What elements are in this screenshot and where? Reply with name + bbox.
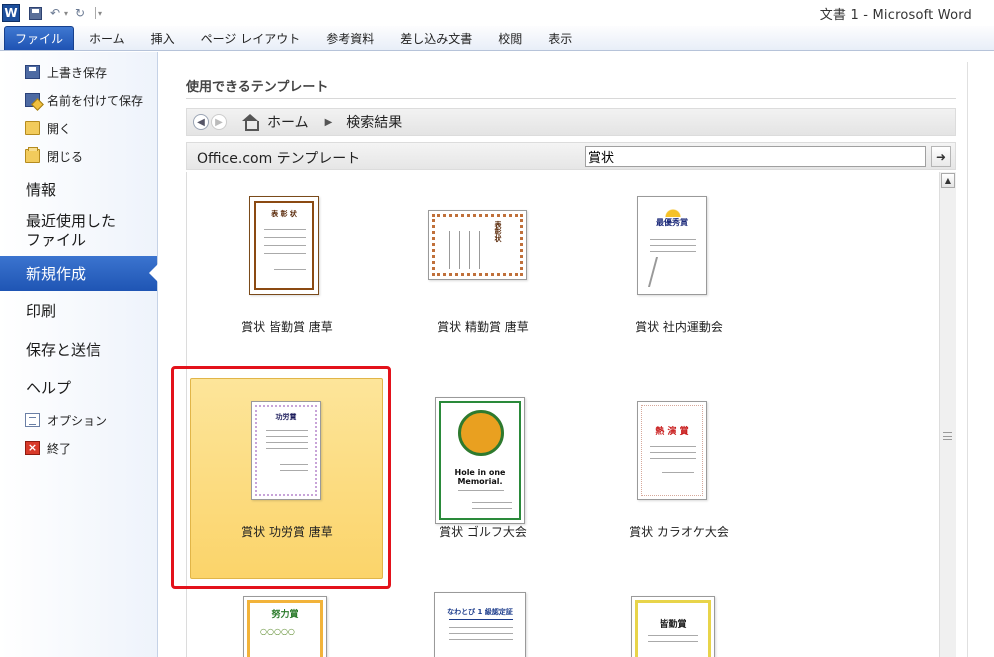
template-label: 賞状 精勤賞 唐草 xyxy=(437,320,529,334)
nav-info[interactable]: 情報 xyxy=(0,170,157,208)
nav-open-label: 開く xyxy=(47,121,72,136)
nav-open[interactable]: 開く xyxy=(0,114,157,142)
home-icon[interactable] xyxy=(241,114,259,131)
title-bar: W ↶ ▾ ↻ ▾ 文書 1 - Microsoft Word xyxy=(0,0,994,26)
nav-new[interactable]: 新規作成 xyxy=(0,256,158,291)
breadcrumb: ◀ ▶ ホーム ▶ 検索結果 xyxy=(186,108,956,136)
template-thumbnail: 最優秀賞 xyxy=(637,196,707,295)
template-source-label: Office.com テンプレート xyxy=(197,151,361,167)
template-label: 賞状 社内運動会 xyxy=(635,320,723,334)
tab-insert[interactable]: 挿入 xyxy=(138,26,188,50)
template-tile[interactable]: Hole in one Memorial. 賞状 ゴルフ大会 xyxy=(383,377,583,582)
save-as-icon xyxy=(25,93,40,107)
template-label: 賞状 ゴルフ大会 xyxy=(439,525,527,539)
template-thumbnail: なわとび 1 級認定証 xyxy=(434,592,526,657)
breadcrumb-arrow-icon: ▶ xyxy=(324,116,333,128)
nav-close-label: 閉じる xyxy=(47,149,84,164)
template-thumbnail: 表 彰 状 xyxy=(249,196,319,295)
save-icon[interactable] xyxy=(26,4,44,22)
template-tile[interactable]: 表 彰 状 賞状 皆勤賞 唐草 xyxy=(187,172,387,352)
nav-recent-line2: ファイル xyxy=(26,231,87,249)
options-icon xyxy=(25,413,40,427)
nav-save-send[interactable]: 保存と送信 xyxy=(0,330,157,368)
gallery-scrollbar[interactable]: ▲ xyxy=(939,172,956,657)
nav-close[interactable]: 閉じる xyxy=(0,142,157,170)
template-tile[interactable]: 努力賞 ○○○○○ xyxy=(187,596,387,657)
main-content: 使用できるテンプレート ◀ ▶ ホーム ▶ 検索結果 Office.com テン… xyxy=(159,52,994,657)
template-tile[interactable]: 表彰状 賞状 精勤賞 唐草 xyxy=(383,172,583,352)
word-app-icon[interactable]: W xyxy=(2,4,20,22)
selection-highlight-frame xyxy=(171,366,391,589)
exit-icon: × xyxy=(25,441,40,455)
save-icon xyxy=(25,65,40,79)
window-title: 文書 1 - Microsoft Word xyxy=(819,8,972,23)
ribbon-tabs: ファイル ホーム 挿入 ページ レイアウト 参考資料 差し込み文書 校閲 表示 xyxy=(0,26,994,51)
quick-access-toolbar: W ↶ ▾ ↻ ▾ xyxy=(0,0,105,26)
section-divider xyxy=(186,98,956,99)
nav-help[interactable]: ヘルプ xyxy=(0,368,157,406)
breadcrumb-current: 検索結果 xyxy=(346,115,403,131)
template-thumbnail: 努力賞 ○○○○○ xyxy=(243,596,327,657)
nav-save-as-label: 名前を付けて保存 xyxy=(47,93,144,108)
backstage-nav: 上書き保存 名前を付けて保存 開く 閉じる 情報 最近使用した ファイル 新規作… xyxy=(0,52,158,657)
template-tile[interactable]: 最優秀賞 賞状 社内運動会 xyxy=(579,172,779,352)
nav-recent-line1: 最近使用した xyxy=(26,212,117,230)
forward-button[interactable]: ▶ xyxy=(211,114,227,130)
nav-print[interactable]: 印刷 xyxy=(0,291,157,330)
customize-qat-icon[interactable]: ▾ xyxy=(98,9,102,18)
breadcrumb-home[interactable]: ホーム xyxy=(267,112,309,132)
template-thumbnail: Hole in one Memorial. xyxy=(435,397,525,524)
template-label: 賞状 カラオケ大会 xyxy=(629,525,729,539)
redo-icon[interactable]: ↻ xyxy=(71,4,89,22)
template-thumbnail: 表彰状 xyxy=(428,210,527,280)
nav-save-as[interactable]: 名前を付けて保存 xyxy=(0,86,157,114)
nav-options[interactable]: オプション xyxy=(0,406,157,434)
template-search-input[interactable] xyxy=(585,146,926,167)
tab-file[interactable]: ファイル xyxy=(4,26,75,50)
template-search-bar: Office.com テンプレート ➜ xyxy=(186,142,956,170)
template-tile[interactable]: 熱 演 賞 賞状 カラオケ大会 xyxy=(579,377,779,582)
undo-icon[interactable]: ↶ xyxy=(46,4,64,22)
tab-view[interactable]: 表示 xyxy=(535,26,585,50)
undo-dropdown-icon[interactable]: ▾ xyxy=(64,9,68,18)
template-label: 賞状 皆勤賞 唐草 xyxy=(241,320,333,334)
open-folder-icon xyxy=(25,121,40,135)
nav-exit[interactable]: × 終了 xyxy=(0,434,157,462)
template-thumbnail: 熱 演 賞 xyxy=(637,401,707,500)
scroll-up-icon[interactable]: ▲ xyxy=(941,173,955,188)
close-folder-icon xyxy=(25,147,40,163)
pane-divider xyxy=(967,62,968,657)
qat-separator xyxy=(95,7,97,19)
scroll-grip-icon[interactable] xyxy=(943,432,952,440)
tab-mailings[interactable]: 差し込み文書 xyxy=(387,26,485,50)
template-tile[interactable]: 皆勤賞 xyxy=(579,596,779,657)
nav-save[interactable]: 上書き保存 xyxy=(0,58,157,86)
search-go-button[interactable]: ➜ xyxy=(931,146,951,167)
tab-home[interactable]: ホーム xyxy=(76,26,138,50)
nav-save-label: 上書き保存 xyxy=(47,65,108,80)
section-title: 使用できるテンプレート xyxy=(186,80,329,95)
template-thumbnail: 皆勤賞 xyxy=(631,596,715,657)
nav-options-label: オプション xyxy=(47,413,108,428)
back-button[interactable]: ◀ xyxy=(193,114,209,130)
nav-recent[interactable]: 最近使用した ファイル xyxy=(0,208,157,256)
tab-references[interactable]: 参考資料 xyxy=(313,26,387,50)
template-tile[interactable]: なわとび 1 級認定証 xyxy=(383,592,583,657)
tab-page-layout[interactable]: ページ レイアウト xyxy=(188,26,314,50)
nav-exit-label: 終了 xyxy=(47,441,72,456)
tab-review[interactable]: 校閲 xyxy=(485,26,535,50)
